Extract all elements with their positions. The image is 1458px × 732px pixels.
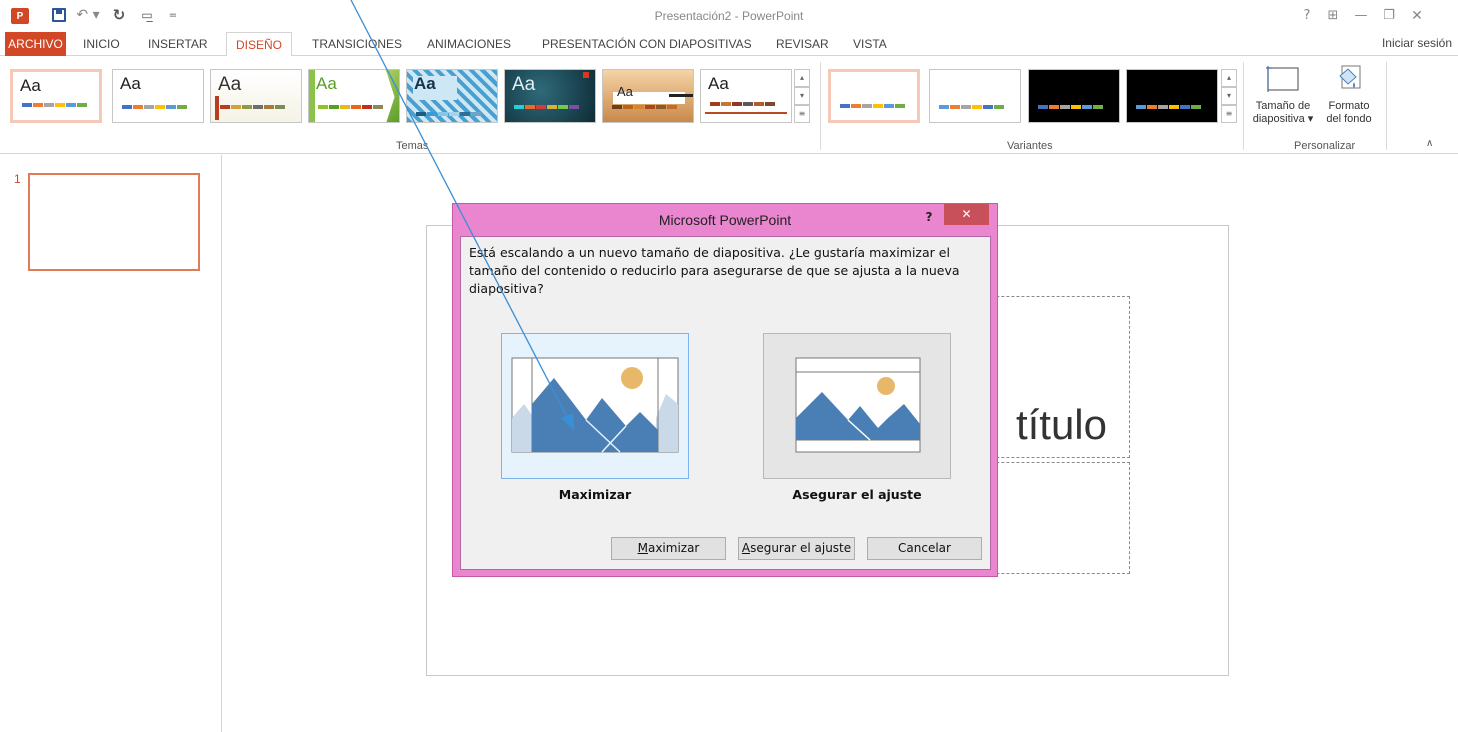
maximize-option-label: Maximizar (558, 487, 632, 502)
slide-thumbnail[interactable] (28, 173, 200, 271)
dialog-close-button[interactable]: ✕ (944, 204, 989, 225)
group-separator (1386, 62, 1387, 150)
gallery-scroll-up-icon[interactable]: ▴ (794, 69, 810, 87)
dialog-title: Microsoft PowerPoint (658, 212, 792, 228)
dialog-message: Está escalando a un nuevo tamaño de diap… (469, 245, 960, 296)
restore-button[interactable]: ❐ (1378, 6, 1400, 26)
ensure-fit-option-tile[interactable] (763, 333, 951, 479)
signin-link[interactable]: Iniciar sesión (1382, 32, 1452, 56)
variants-scroll-up-icon[interactable]: ▴ (1221, 69, 1237, 87)
dialog-help-button[interactable]: ? (919, 208, 939, 226)
background-format-button[interactable]: Formato del fondo (1314, 64, 1384, 138)
tab-inicio[interactable]: INICIO (83, 32, 120, 56)
tab-presentacion-con-diapositivas[interactable]: PRESENTACIÓN CON DIAPOSITIVAS (542, 32, 752, 56)
group-separator (1243, 62, 1244, 150)
theme-sample-text: Aa (512, 74, 536, 95)
slide-size-icon (1266, 64, 1300, 94)
variants-scroll-down-icon[interactable]: ▾ (1221, 87, 1237, 105)
background-format-label-2: del fondo (1326, 113, 1372, 125)
variant-thumbnail[interactable] (1126, 69, 1218, 123)
tab-revisar[interactable]: REVISAR (776, 32, 829, 56)
group-separator (820, 62, 821, 150)
variant-thumbnail[interactable] (1028, 69, 1120, 123)
slide-size-label-2: diapositiva ▾ (1252, 113, 1314, 125)
powerpoint-window: P ↶ ▾ ↻ ▭̲ = Presentación2 - PowerPoint … (0, 0, 1458, 732)
theme-thumbnail[interactable]: Aa (406, 69, 498, 123)
theme-sample-text: Aa (617, 84, 633, 99)
tab-insertar[interactable]: INSERTAR (148, 32, 208, 56)
theme-sample-text: Aa (120, 74, 141, 93)
maximize-button[interactable]: Maximizar (611, 537, 726, 560)
group-label-personalizar: Personalizar (1294, 140, 1356, 152)
theme-thumbnail[interactable]: Aa (112, 69, 204, 123)
dialog-body: Está escalando a un nuevo tamaño de diap… (460, 236, 991, 570)
ribbon-tabs: ARCHIVO INICIO INSERTAR DISEÑO TRANSICIO… (0, 32, 1458, 57)
variant-thumbnail[interactable] (828, 69, 920, 123)
theme-sample-text: Aa (20, 76, 41, 95)
gallery-scroll-down-icon[interactable]: ▾ (794, 87, 810, 105)
cancel-button[interactable]: Cancelar (867, 537, 982, 560)
tab-diseno[interactable]: DISEÑO (226, 32, 292, 57)
ensure-fit-illustration-icon (795, 357, 921, 453)
background-format-icon (1332, 64, 1366, 94)
theme-thumbnail[interactable]: Aa (602, 69, 694, 123)
tab-animaciones[interactable]: ANIMACIONES (427, 32, 511, 56)
slide-size-label-1: Tamaño de (1255, 100, 1311, 112)
maximize-access-key: M (637, 541, 648, 555)
title-placeholder-text: título (1015, 401, 1107, 448)
close-window-button[interactable]: ✕ (1406, 6, 1428, 26)
maximize-button-label: aximizar (647, 541, 700, 555)
ensure-fit-button-label: segurar el ajuste (750, 541, 852, 555)
maximize-illustration-icon (511, 357, 679, 453)
ribbon-display-options-icon[interactable]: ⊞ (1322, 6, 1344, 26)
theme-thumbnail[interactable]: Aa (504, 69, 596, 123)
slide-number: 1 (14, 172, 21, 186)
minimize-button[interactable]: — (1350, 6, 1372, 26)
variants-more-icon[interactable]: ≡ (1221, 105, 1237, 123)
tab-transiciones[interactable]: TRANSICIONES (312, 32, 402, 56)
tab-vista[interactable]: VISTA (853, 32, 887, 56)
window-title: Presentación2 - PowerPoint (654, 9, 804, 23)
theme-sample-text: Aa (218, 74, 242, 95)
collapse-ribbon-icon[interactable]: ∧ (1426, 138, 1433, 149)
gallery-more-icon[interactable]: ≡ (794, 105, 810, 123)
theme-sample-text: Aa (414, 74, 436, 93)
theme-thumbnail[interactable]: Aa (10, 69, 102, 123)
theme-sample-text: Aa (316, 74, 337, 93)
title-bar: P ↶ ▾ ↻ ▭̲ = Presentación2 - PowerPoint … (0, 0, 1458, 32)
tab-archivo[interactable]: ARCHIVO (5, 32, 66, 56)
scale-dialog: Microsoft PowerPoint ? ✕ Está escalando … (452, 203, 998, 577)
ensure-fit-option-label: Asegurar el ajuste (792, 487, 922, 502)
background-format-label-1: Formato (1328, 100, 1370, 112)
theme-sample-text: Aa (708, 74, 729, 93)
variant-thumbnail[interactable] (929, 69, 1021, 123)
slide-thumbnails-pane: 1 (0, 155, 222, 732)
maximize-option-tile[interactable] (501, 333, 689, 479)
help-button[interactable]: ? (1296, 6, 1318, 26)
slide-size-button[interactable]: Tamaño de diapositiva ▾ (1248, 64, 1318, 138)
theme-thumbnail[interactable]: Aa (700, 69, 792, 123)
ensure-fit-access-key: A (741, 541, 751, 555)
theme-thumbnail[interactable]: Aa (210, 69, 302, 123)
ensure-fit-button[interactable]: Asegurar el ajuste (738, 537, 855, 560)
group-label-variants: Variantes (1007, 140, 1053, 152)
group-label-themes: Temas (396, 140, 429, 152)
ribbon-design: Aa Aa Aa Aa Aa Aa Aa Aa ▴ ▾ ≡ Temas ▴ ▾ … (0, 56, 1458, 154)
theme-thumbnail[interactable]: Aa (308, 69, 400, 123)
